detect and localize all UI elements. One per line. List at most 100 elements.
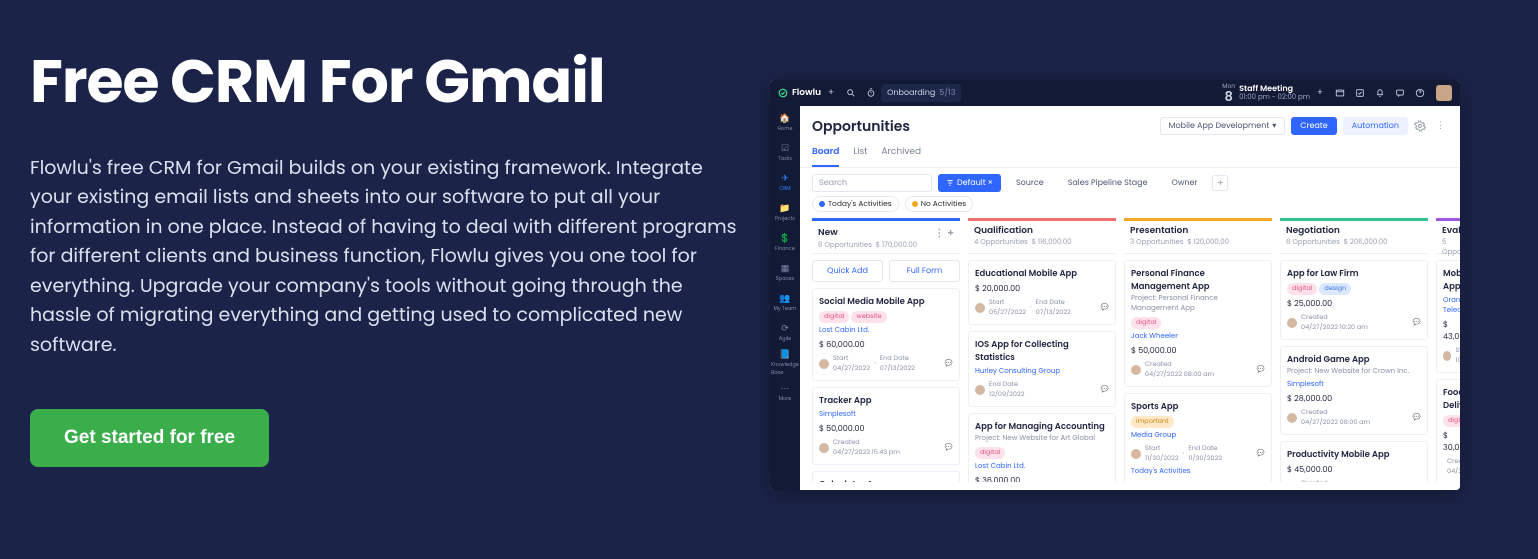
sidebar-item-finance[interactable]: 💲Finance [772,230,798,258]
sidebar-item-tasks[interactable]: ☑Tasks [772,140,798,168]
card-link[interactable]: Hurley Consulting Group [975,367,1109,377]
tab-list[interactable]: List [853,146,867,167]
sidebar-icon: ⋯ [781,385,790,394]
opportunity-card[interactable]: Tracker AppSimplesoft$ 50,000.00Created0… [812,387,960,465]
card-subtitle: Project: New Website for Crown Inc. [1287,367,1421,377]
comment-icon[interactable]: 💬 [1413,413,1421,423]
hero-description: Flowlu's free CRM for Gmail builds on yo… [30,153,740,359]
card-amount: $ 50,000.00 [1131,345,1265,357]
card-amount: $ 28,000.00 [1287,393,1421,405]
get-started-button[interactable]: Get started for free [30,409,269,467]
card-link[interactable]: Media Group [1131,431,1265,441]
comment-icon[interactable]: 💬 [1257,449,1265,459]
sidebar-item-projects[interactable]: 📁Projects [772,200,798,228]
sidebar-icon: 👥 [779,295,790,304]
onboarding-progress: 5/13 [939,87,955,99]
comment-icon[interactable]: 💬 [1413,318,1421,328]
card-activity-link[interactable]: Today's Activities [1131,467,1265,477]
tab-board[interactable]: Board [812,146,839,167]
sidebar-label: Finance [775,245,795,253]
sidebar-item-spaces[interactable]: ▦Spaces [772,260,798,288]
view-tabs: Board List Archived [800,146,1460,168]
opportunity-card[interactable]: Personal Finance Management AppProject: … [1124,260,1272,387]
timer-icon[interactable] [861,83,881,103]
add-event-icon[interactable]: + [1310,83,1330,103]
opportunity-card[interactable]: IOS App for Collecting StatisticsHurley … [968,331,1116,407]
user-avatar[interactable] [1436,85,1452,101]
plus-icon[interactable]: + [821,83,841,103]
opportunity-card[interactable]: App for Law Firmdigitaldesign$ 25,000.00… [1280,260,1428,340]
sidebar-item-my-team[interactable]: 👥My Team [772,290,798,318]
search-input[interactable]: Search [812,174,932,192]
card-link[interactable]: Orange Telecom [1443,296,1460,316]
sidebar-item-agile[interactable]: ⟳Agile [772,320,798,348]
column-add-icon[interactable]: + [947,225,954,241]
card-link[interactable]: Jack Wheeler [1131,332,1265,342]
no-activities-filter[interactable]: No Activities [905,196,973,212]
sidebar-item-more[interactable]: ⋯More [772,380,798,408]
card-amount: $ 50,000.00 [819,423,953,435]
full-form-button[interactable]: Full Form [889,260,960,282]
todays-activities-filter[interactable]: Today's Activities [812,196,899,212]
sidebar-item-knowledge-base[interactable]: 📘Knowledge Base [772,350,798,378]
help-icon[interactable] [1410,83,1430,103]
add-filter-button[interactable]: + [1212,175,1228,191]
card-link[interactable]: Lost Cabin Ltd. [975,462,1109,472]
comment-icon[interactable]: 💬 [945,359,953,369]
card-title: Android Game App [1287,353,1421,366]
project-selector-label: Mobile App Development [1169,120,1270,132]
opportunity-card[interactable]: Social Media Mobile AppdigitalwebsiteLos… [812,288,960,381]
app-topbar: Flowlu + Onboarding 5/13 Mon 8 [770,80,1460,106]
card-avatar [1443,351,1451,361]
gear-icon[interactable] [1414,120,1430,132]
sidebar-item-home[interactable]: 🏠Home [772,110,798,138]
filter-sales-pipeline-stage[interactable]: Sales Pipeline Stage [1059,174,1157,192]
no-activities-label: No Activities [921,198,966,210]
checklist-icon[interactable] [1350,83,1370,103]
comment-icon[interactable]: 💬 [1257,365,1265,375]
inbox-icon[interactable] [1330,83,1350,103]
card-amount: $ 60,000.00 [819,339,953,351]
column-title: Evaluation [1442,225,1460,238]
bell-icon[interactable] [1370,83,1390,103]
quick-add-button[interactable]: Quick Add [812,260,883,282]
chat-icon[interactable] [1390,83,1410,103]
card-tag: digital [975,447,1005,459]
onboarding-label: Onboarding [887,87,935,99]
date-widget[interactable]: Mon 8 Staff Meeting 01:00 pm - 02:00 pm [1222,84,1310,103]
opportunity-card[interactable]: Productivity Mobile App$ 45,000.00Create… [1280,441,1428,482]
filter-owner[interactable]: Owner [1163,174,1207,192]
column-more-icon[interactable]: ⋮ [934,225,944,241]
app-logo[interactable]: Flowlu [778,87,821,100]
filter-default-pill[interactable]: Default × [938,174,1001,192]
tab-archived[interactable]: Archived [881,146,921,167]
card-tag: digital [1287,283,1317,295]
automation-button[interactable]: Automation [1343,117,1408,135]
opportunity-card[interactable]: Android Game AppProject: New Website for… [1280,346,1428,435]
card-link[interactable]: Simplesoft [819,410,953,420]
create-button[interactable]: Create [1291,117,1336,135]
sidebar-item-crm[interactable]: ✈CRM [772,170,798,198]
opportunity-card[interactable]: Sports AppimportantMedia GroupStart11/30… [1124,393,1272,482]
chevron-down-icon: ▾ [1272,120,1276,132]
comment-icon[interactable]: 💬 [945,443,953,453]
card-amount: $ 20,000.00 [975,283,1109,295]
sidebar-icon: 📘 [779,351,790,360]
more-icon[interactable]: ⋮ [1436,120,1448,133]
opportunity-card[interactable]: Mobile AppOrange Telecom$ 43,000.00Start… [1436,260,1460,373]
arrow-icon: › [874,359,876,369]
card-link[interactable]: Simplesoft [1287,380,1421,390]
sidebar-label: CRM [779,185,790,193]
opportunity-card[interactable]: Educational Mobile App$ 20,000.00Start05… [968,260,1116,325]
card-link[interactable]: Lost Cabin Ltd. [819,326,953,336]
opportunity-card[interactable]: Food Deliverydigital$ 30,000.00Created04… [1436,379,1460,482]
search-icon[interactable] [841,83,861,103]
comment-icon[interactable]: 💬 [1101,385,1109,395]
onboarding-pill[interactable]: Onboarding 5/13 [881,84,961,102]
project-selector[interactable]: Mobile App Development ▾ [1160,117,1286,135]
opportunity-card[interactable]: App for Managing AccountingProject: New … [968,413,1116,482]
opportunity-card[interactable]: Calculator AppRob Baker [812,471,960,482]
filter-source[interactable]: Source [1007,174,1053,192]
comment-icon[interactable]: 💬 [1101,303,1109,313]
card-title: Productivity Mobile App [1287,448,1421,461]
